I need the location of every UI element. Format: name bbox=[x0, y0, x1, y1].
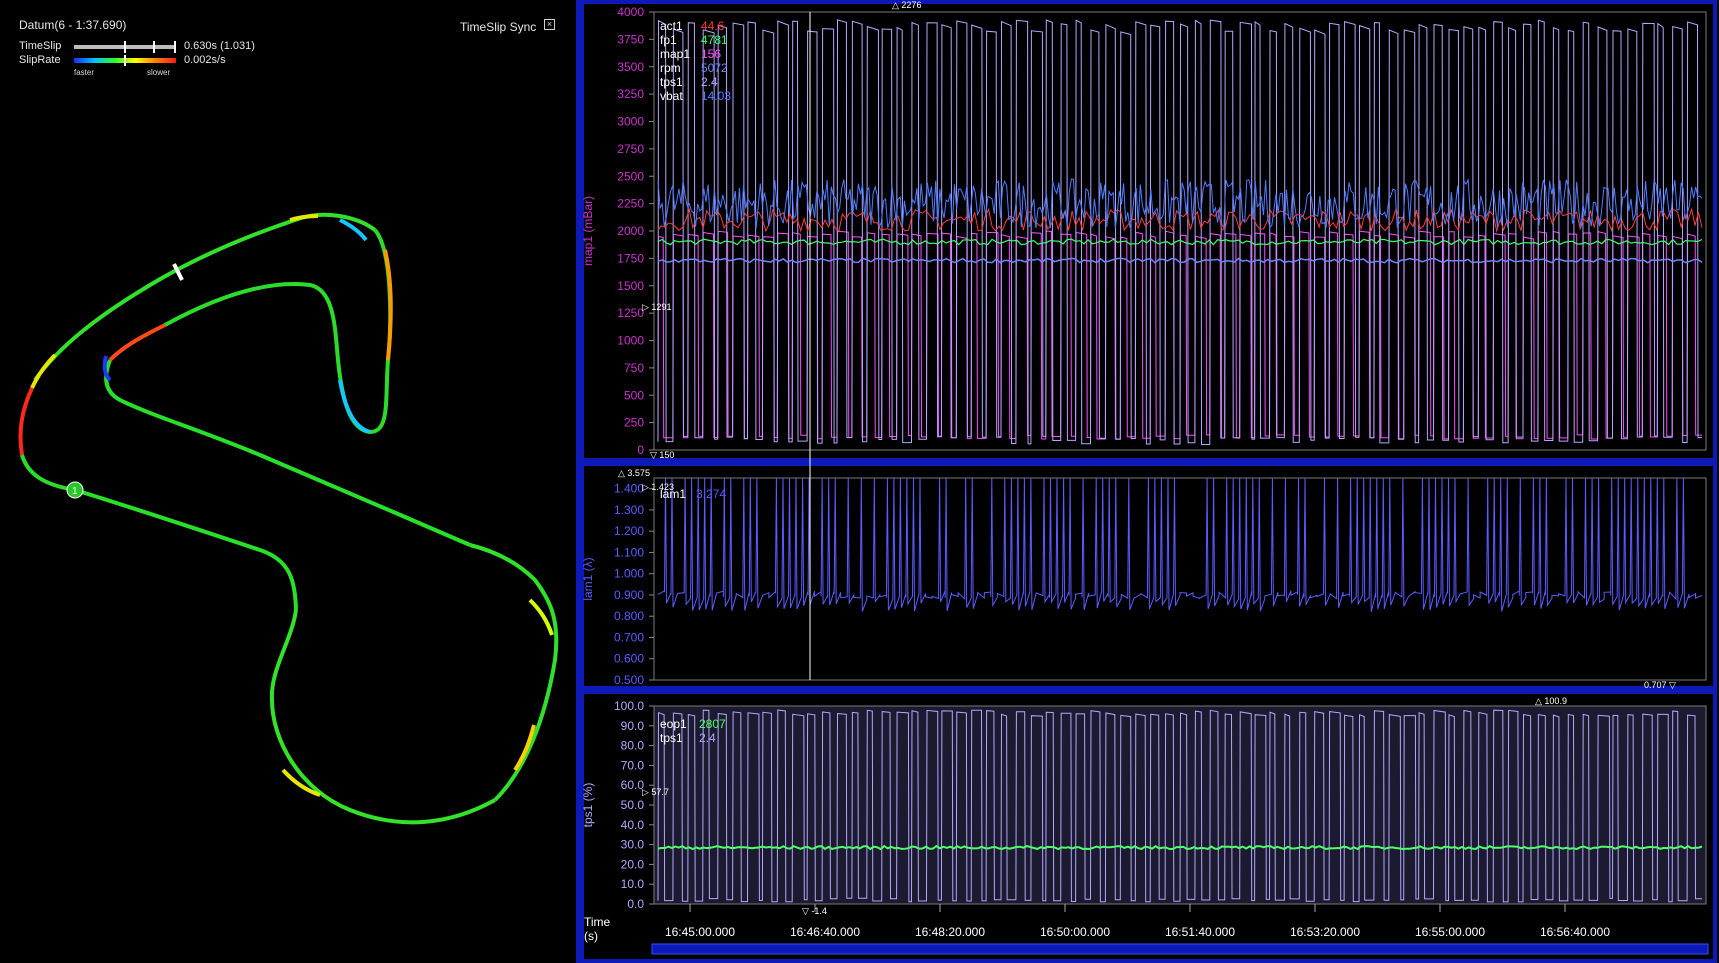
chart-canvas: 0 250 500 750 1000 1250 1500 1750 2000 2250 2500 27… bbox=[580, 0, 1717, 963]
y-tick-label-1: 4000 bbox=[617, 5, 644, 19]
start-finish-marker-label: 1 bbox=[72, 486, 78, 497]
chart-panel: 0 250 500 750 1000 1250 1500 1750 2000 2250 2500 27… bbox=[580, 0, 1719, 963]
track-segment-outer-right bbox=[469, 543, 559, 802]
y-tick-label-1: 1250 bbox=[617, 306, 644, 320]
y-tick-label-1: 500 bbox=[624, 388, 644, 402]
track-segment-finish bbox=[20, 454, 76, 492]
x-axis-unit-3: (s) bbox=[584, 929, 598, 943]
x-tick-label-3: 16:45:00.000 bbox=[665, 925, 735, 939]
y-tick-label-2: 1.200 bbox=[614, 524, 644, 538]
y-tick-label-1: 0 bbox=[637, 443, 644, 457]
y-tick-label-1: 3000 bbox=[617, 115, 644, 129]
x-tick-label-3: 16:50:00.000 bbox=[1040, 925, 1110, 939]
legend-value-1: 4781 bbox=[701, 33, 728, 47]
legend-value-3: 2.4 bbox=[699, 731, 716, 745]
legend-name-3: eop1 bbox=[660, 717, 687, 731]
y-tick-label-1: 750 bbox=[624, 361, 644, 375]
y-axis-label-2: lam1 (λ) bbox=[581, 557, 595, 600]
y-tick-label-1: 2250 bbox=[617, 197, 644, 211]
y-axis-label-3: tps1 (%) bbox=[581, 783, 595, 828]
x-tick-label-3: 16:46:40.000 bbox=[790, 925, 860, 939]
y-tick-label-3: 70.0 bbox=[621, 758, 645, 772]
y-tick-label-2: 0.600 bbox=[614, 652, 644, 666]
x-tick-label-3: 16:56:40.000 bbox=[1540, 925, 1610, 939]
y-tick-label-1: 3250 bbox=[617, 87, 644, 101]
x-axis-label-3: Time bbox=[584, 915, 611, 929]
track-segment-yellow-left bbox=[30, 353, 57, 389]
y-tick-label-3: 40.0 bbox=[621, 818, 645, 832]
y-tick-label-1: 3500 bbox=[617, 60, 644, 74]
y-tick-label-2: 1.100 bbox=[614, 545, 644, 559]
y-tick-label-3: 0.0 bbox=[627, 897, 644, 911]
legend-value-1: 14.03 bbox=[701, 89, 731, 103]
legend-name-1: act1 bbox=[660, 19, 683, 33]
time-scrollbar[interactable] bbox=[651, 943, 1709, 955]
y-tick-label-2: 0.700 bbox=[614, 630, 644, 644]
y-tick-label-2: 1.300 bbox=[614, 503, 644, 517]
y-tick-label-1: 250 bbox=[624, 416, 644, 430]
y-tick-label-3: 60.0 bbox=[621, 778, 645, 792]
legend-value-1: 44.6 bbox=[701, 19, 725, 33]
track-segment-red-left bbox=[18, 387, 34, 456]
y-tick-label-2: 0.800 bbox=[614, 609, 644, 623]
x-tick-label-3: 16:55:00.000 bbox=[1415, 925, 1485, 939]
y-tick-label-1: 2500 bbox=[617, 169, 644, 183]
legend-name-1: map1 bbox=[660, 47, 690, 61]
y-tick-label-3: 30.0 bbox=[621, 838, 645, 852]
min-marker-3: ▽ -1.4 bbox=[802, 906, 827, 916]
legend-name-1: vbat bbox=[660, 89, 683, 103]
left-marker-3: ▷ 57.7 bbox=[642, 787, 669, 797]
y-tick-label-2: 0.500 bbox=[614, 673, 644, 687]
y-tick-label-2: 1.400 bbox=[614, 482, 644, 496]
y-tick-label-1: 1500 bbox=[617, 279, 644, 293]
track-segment-start bbox=[74, 488, 298, 611]
legend-value-1: 5072 bbox=[701, 61, 728, 75]
y-tick-label-3: 10.0 bbox=[621, 877, 645, 891]
legend-name-1: rpm bbox=[660, 61, 681, 75]
x-tick-label-3: 16:51:40.000 bbox=[1165, 925, 1235, 939]
y-tick-label-1: 2000 bbox=[617, 224, 644, 238]
min-marker-1: ▽ 150 bbox=[650, 450, 674, 460]
y-tick-label-1: 1000 bbox=[617, 334, 644, 348]
track-outline: 1 bbox=[18, 212, 559, 825]
track-segment-red-1 bbox=[108, 323, 166, 362]
legend-name-1: fp1 bbox=[660, 33, 677, 47]
y-tick-label-1: 3750 bbox=[617, 32, 644, 46]
max-marker-2: △ 3.575 bbox=[618, 468, 650, 478]
y-tick-label-2: 0.900 bbox=[614, 588, 644, 602]
y-axis-label-1: map1 (mBar) bbox=[581, 196, 595, 266]
y-tick-label-1: 1750 bbox=[617, 251, 644, 265]
legend-value-3: 2807 bbox=[699, 717, 726, 731]
left-marker-1: ▷ 1291 bbox=[642, 302, 671, 312]
legend-name-3: tps1 bbox=[660, 731, 683, 745]
y-tick-label-3: 50.0 bbox=[621, 798, 645, 812]
x-tick-label-3: 16:48:20.000 bbox=[915, 925, 985, 939]
legend-name-1: tps1 bbox=[660, 75, 683, 89]
max-marker-3: △ 100.9 bbox=[1535, 696, 1567, 706]
y-tick-label-3: 90.0 bbox=[621, 719, 645, 733]
y-tick-label-3: 80.0 bbox=[621, 739, 645, 753]
y-tick-label-3: 100.0 bbox=[614, 699, 644, 713]
y-tick-label-1: 2750 bbox=[617, 142, 644, 156]
legend-value-1: 156 bbox=[701, 47, 721, 61]
plot-area-2 bbox=[653, 477, 1707, 681]
y-tick-label-3: 20.0 bbox=[621, 857, 645, 871]
max-marker-1: △ 2276 bbox=[892, 0, 921, 10]
legend-name-2: lam1 bbox=[660, 487, 686, 501]
legend-value-2: 3.274 bbox=[696, 487, 726, 501]
min-marker-2: 0.707 ▽ bbox=[1644, 680, 1676, 690]
x-tick-label-3: 16:53:20.000 bbox=[1290, 925, 1360, 939]
legend-value-1: 2.4 bbox=[701, 75, 718, 89]
y-tick-label-2: 1.000 bbox=[614, 567, 644, 581]
track-segment-yellow-top bbox=[289, 214, 319, 222]
track-map-panel: Datum(6 - 1:37.690) TimeSlip SlipRate 0.… bbox=[0, 0, 576, 963]
